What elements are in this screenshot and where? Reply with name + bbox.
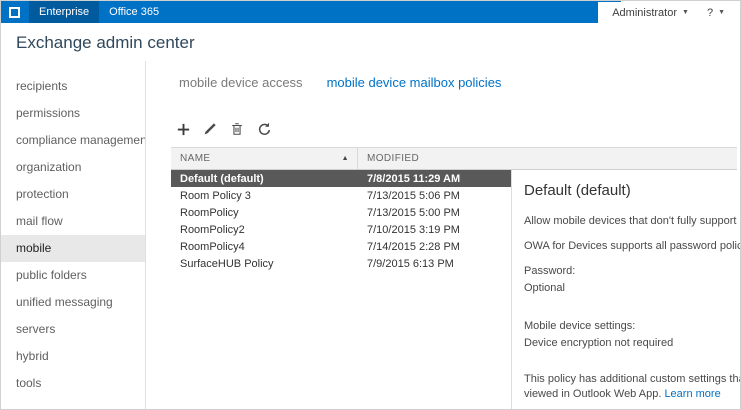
sidebar-item-mail-flow[interactable]: mail flow	[1, 208, 145, 235]
tab-mobile-device-access[interactable]: mobile device access	[179, 75, 303, 90]
edit-button[interactable]	[202, 121, 218, 137]
refresh-button[interactable]	[256, 121, 272, 137]
sidebar-item-mobile[interactable]: mobile	[1, 235, 145, 262]
password-label: Password:	[524, 265, 740, 277]
note-line-text: viewed in Outlook Web App.	[524, 388, 664, 400]
sidebar-item-public-folders[interactable]: public folders	[1, 262, 145, 289]
cell-name: Default (default)	[171, 173, 358, 185]
column-header-name-label: NAME	[180, 153, 211, 164]
pencil-icon	[203, 122, 217, 136]
details-intro-line: Allow mobile devices that don't fully su…	[524, 215, 740, 227]
office-logo-icon[interactable]	[9, 7, 20, 18]
table-row[interactable]: SurfaceHUB Policy 7/9/2015 6:13 PM	[171, 255, 511, 272]
learn-more-link[interactable]: Learn more	[664, 388, 720, 400]
policy-list: Default (default) 7/8/2015 11:29 AM Room…	[171, 170, 511, 272]
tenant-link[interactable]: Enterprise	[29, 1, 99, 23]
cell-name: RoomPolicy2	[171, 224, 358, 236]
cell-name: Room Policy 3	[171, 190, 358, 202]
table-row[interactable]: RoomPolicy4 7/14/2015 2:28 PM	[171, 238, 511, 255]
add-button[interactable]	[175, 121, 191, 137]
table-row[interactable]: RoomPolicy2 7/10/2015 3:19 PM	[171, 221, 511, 238]
device-settings-value: Device encryption not required	[524, 337, 740, 349]
column-header-modified-label: MODIFIED	[367, 153, 419, 164]
details-intro-line: OWA for Devices supports all password po…	[524, 240, 740, 252]
note-line: viewed in Outlook Web App. Learn more	[524, 388, 740, 400]
note-line: This policy has additional custom settin…	[524, 373, 740, 385]
topbar-suite-bar: Enterprise Office 365	[1, 1, 621, 23]
delete-button[interactable]	[229, 121, 245, 137]
details-pane: Default (default) Allow mobile devices t…	[512, 170, 740, 409]
administrator-menu-label: Administrator	[612, 7, 677, 19]
caret-down-icon: ▼	[682, 9, 689, 16]
cell-modified: 7/14/2015 2:28 PM	[358, 241, 511, 253]
sidebar-item-organization[interactable]: organization	[1, 154, 145, 181]
sort-ascending-icon: ▲	[342, 155, 349, 162]
password-value: Optional	[524, 282, 740, 294]
sidebar-item-permissions[interactable]: permissions	[1, 100, 145, 127]
help-menu-label: ?	[707, 7, 713, 19]
table-row[interactable]: Default (default) 7/8/2015 11:29 AM	[171, 170, 511, 187]
caret-down-icon: ▼	[718, 9, 725, 16]
column-header-modified[interactable]: MODIFIED	[358, 148, 737, 169]
table-row[interactable]: Room Policy 3 7/13/2015 5:06 PM	[171, 187, 511, 204]
sidebar-item-servers[interactable]: servers	[1, 316, 145, 343]
trash-icon	[230, 122, 244, 136]
refresh-icon	[257, 122, 272, 137]
sidebar-item-hybrid[interactable]: hybrid	[1, 343, 145, 370]
cell-modified: 7/13/2015 5:06 PM	[358, 190, 511, 202]
device-settings-label: Mobile device settings:	[524, 320, 740, 332]
sidebar-item-unified-messaging[interactable]: unified messaging	[1, 289, 145, 316]
exchange-admin-center-window: Enterprise Office 365 Administrator ▼ ? …	[0, 0, 741, 410]
tab-mobile-device-mailbox-policies[interactable]: mobile device mailbox policies	[327, 75, 502, 90]
details-title: Default (default)	[524, 182, 740, 199]
sidebar-item-compliance-management[interactable]: compliance management	[1, 127, 145, 154]
table-row[interactable]: RoomPolicy 7/13/2015 5:00 PM	[171, 204, 511, 221]
topbar: Enterprise Office 365 Administrator ▼ ? …	[1, 1, 740, 23]
sidebar: recipients permissions compliance manage…	[1, 61, 146, 409]
sidebar-item-protection[interactable]: protection	[1, 181, 145, 208]
cell-name: RoomPolicy	[171, 207, 358, 219]
cell-name: SurfaceHUB Policy	[171, 258, 358, 270]
cell-modified: 7/13/2015 5:00 PM	[358, 207, 511, 219]
administrator-menu[interactable]: Administrator ▼	[612, 7, 689, 19]
page-title: Exchange admin center	[16, 33, 195, 53]
list-header: NAME ▲ MODIFIED	[171, 147, 737, 170]
cell-name: RoomPolicy4	[171, 241, 358, 253]
content-tabs: mobile device access mobile device mailb…	[179, 75, 501, 90]
sidebar-item-recipients[interactable]: recipients	[1, 73, 145, 100]
column-header-name[interactable]: NAME ▲	[171, 148, 358, 169]
cell-modified: 7/9/2015 6:13 PM	[358, 258, 511, 270]
cell-modified: 7/10/2015 3:19 PM	[358, 224, 511, 236]
sidebar-item-tools[interactable]: tools	[1, 370, 145, 397]
office365-link[interactable]: Office 365	[99, 1, 169, 23]
plus-icon	[176, 122, 191, 137]
cell-modified: 7/8/2015 11:29 AM	[358, 173, 511, 185]
list-toolbar	[175, 121, 272, 137]
topbar-right: Administrator ▼ ? ▼	[598, 2, 739, 23]
help-menu[interactable]: ? ▼	[707, 7, 725, 19]
